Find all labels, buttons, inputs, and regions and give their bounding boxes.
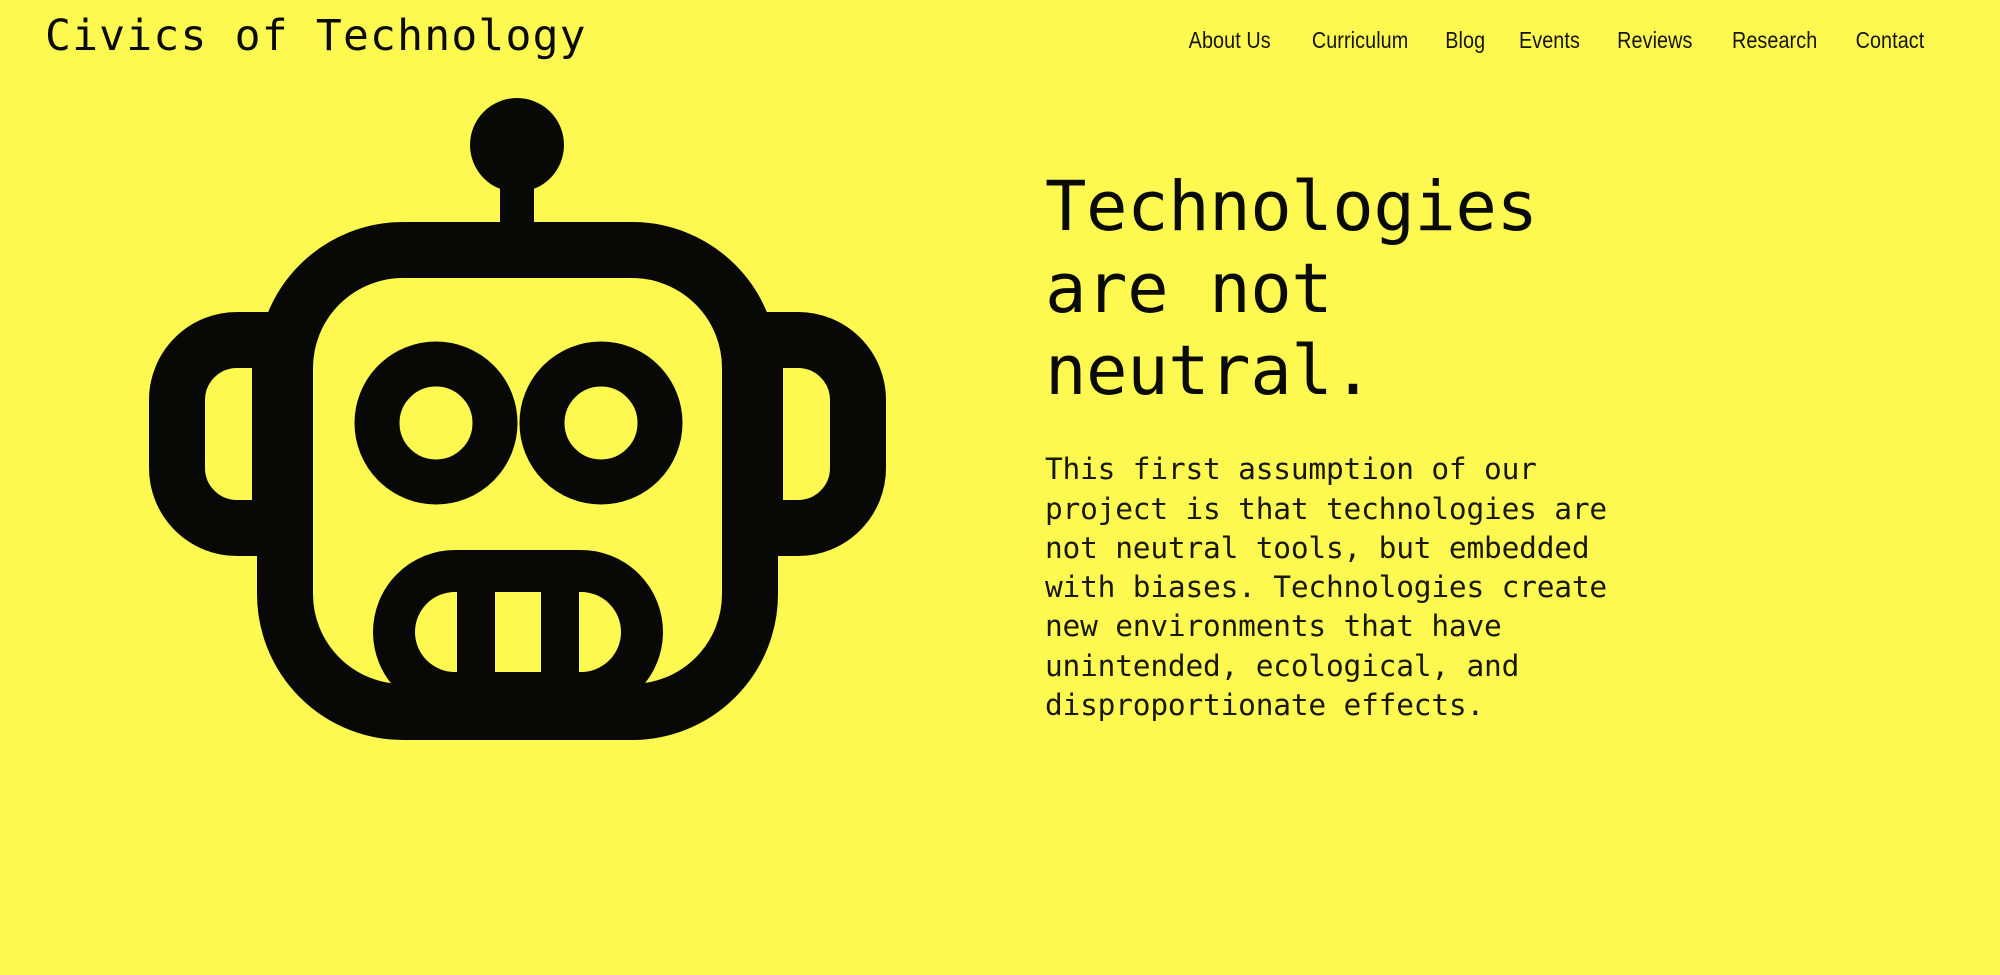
robot-head-outline <box>257 222 778 740</box>
hero-text-column: Technologies are not neutral. This first… <box>1015 98 2000 975</box>
site-title[interactable]: Civics of Technology <box>45 13 587 59</box>
robot-mouth-outline <box>373 550 663 714</box>
hero-section: Technologies are not neutral. This first… <box>0 98 2000 975</box>
nav-item-research[interactable]: Research <box>1732 29 1817 52</box>
main-navigation: About Us Curriculum Blog Events Reviews … <box>1182 14 1940 52</box>
robot-right-eye <box>519 341 683 505</box>
hero-headline: Technologies are not neutral. <box>1045 167 1538 412</box>
nav-item-events[interactable]: Events <box>1519 29 1580 52</box>
nav-item-contact[interactable]: Contact <box>1856 29 1925 52</box>
nav-item-about-us[interactable]: About Us <box>1189 29 1271 52</box>
robot-antenna-bulb <box>470 98 564 192</box>
page-root: Civics of Technology About Us Curriculum… <box>0 0 2000 975</box>
hero-body-text: This first assumption of our project is … <box>1045 452 1607 722</box>
hero-illustration-column <box>0 98 1015 975</box>
nav-item-reviews[interactable]: Reviews <box>1617 29 1692 52</box>
robot-head-icon <box>149 98 886 740</box>
nav-item-curriculum[interactable]: Curriculum <box>1311 29 1407 52</box>
nav-item-blog[interactable]: Blog <box>1445 29 1485 52</box>
robot-left-eye <box>354 341 518 505</box>
